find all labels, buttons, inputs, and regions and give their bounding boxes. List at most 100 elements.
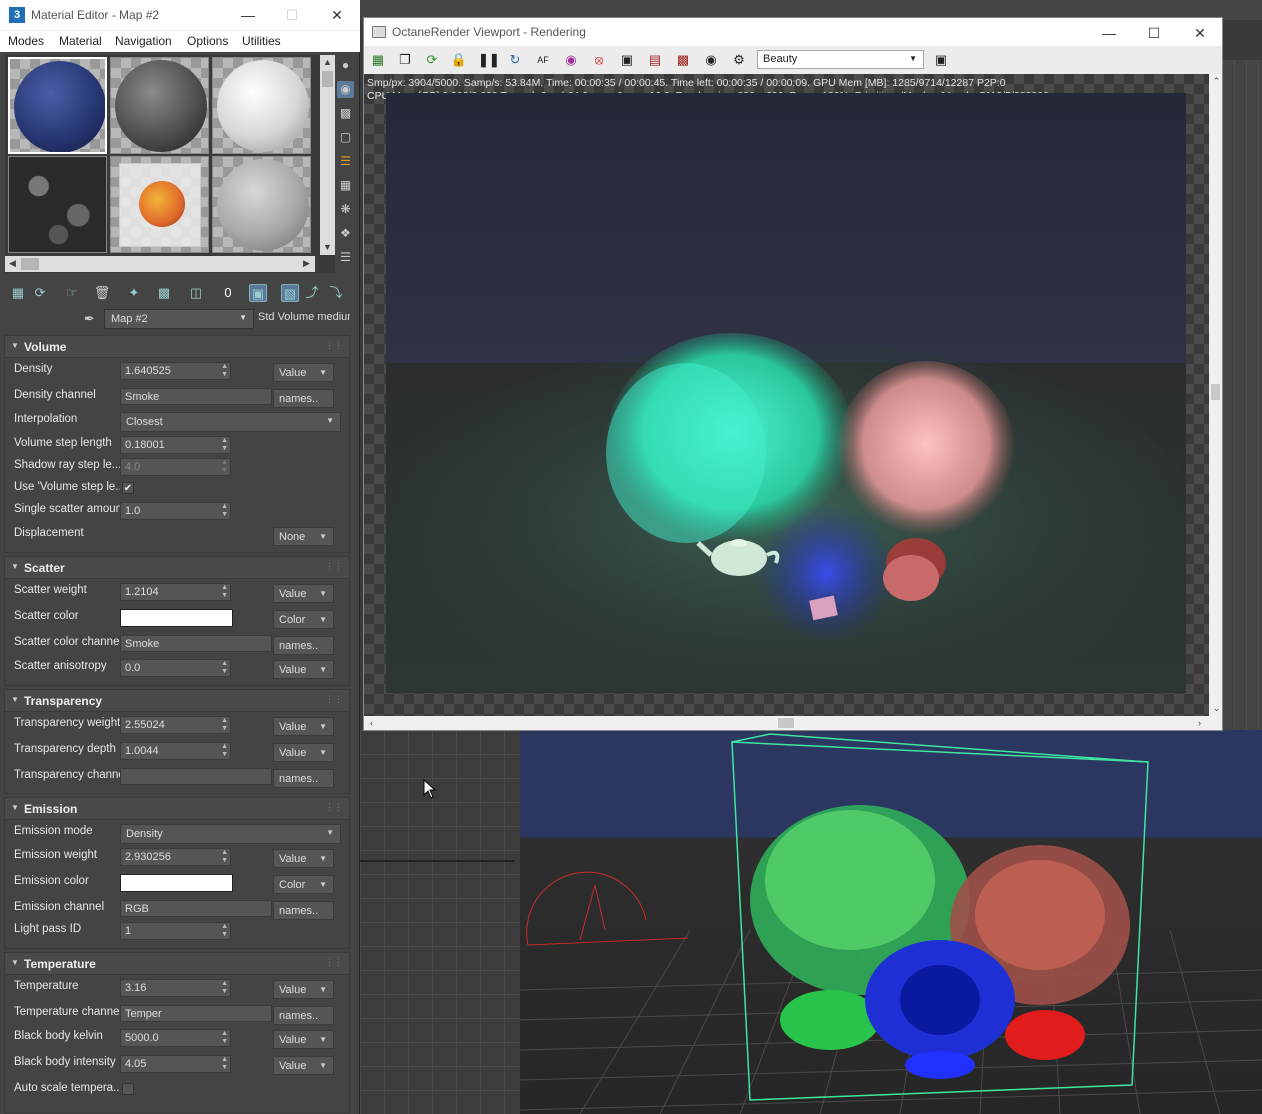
material-editor-titlebar[interactable]: 3 Material Editor - Map #2 — ☐ ✕ bbox=[0, 0, 360, 30]
spinner-arrows-icon[interactable]: ▲ ▼ bbox=[221, 980, 228, 996]
temperature-channel-names-button[interactable]: names.. bbox=[273, 1006, 334, 1025]
gear-icon[interactable]: ⚙ bbox=[730, 51, 748, 69]
spinner-arrows-icon[interactable]: ▲ ▼ bbox=[221, 923, 228, 939]
scroll-thumb[interactable] bbox=[322, 71, 333, 87]
temperature-spinner[interactable]: 3.16 ▲ ▼ bbox=[120, 979, 231, 997]
render-canvas[interactable]: Smp/px: 3904/5000. Samp/s: 53.84M. Time:… bbox=[364, 74, 1209, 716]
display-icon[interactable]: ▣ bbox=[618, 51, 636, 69]
scatter-color-swatch[interactable] bbox=[120, 609, 233, 627]
get-material-icon[interactable]: ▦ bbox=[9, 284, 27, 302]
sample-slot[interactable] bbox=[110, 57, 209, 154]
maximize-icon[interactable]: ☐ bbox=[1139, 22, 1169, 44]
scroll-right-icon[interactable]: ▶ bbox=[299, 256, 314, 271]
menu-options[interactable]: Options bbox=[187, 34, 228, 48]
scatter-anisotropy-mode-dropdown[interactable]: Value ▼ bbox=[273, 660, 334, 679]
scroll-thumb[interactable] bbox=[21, 258, 39, 270]
intensity-spinner[interactable]: 4.05 ▲ ▼ bbox=[120, 1055, 231, 1073]
transparency-weight-mode-dropdown[interactable]: Value ▼ bbox=[273, 717, 334, 736]
scroll-left-icon[interactable]: ◀ bbox=[5, 256, 20, 271]
intensity-mode-dropdown[interactable]: Value ▼ bbox=[273, 1056, 334, 1075]
spinner-arrows-icon[interactable]: ▲ ▼ bbox=[221, 743, 228, 759]
density-mode-dropdown[interactable]: Value ▼ bbox=[273, 363, 334, 382]
spinner-arrows-icon[interactable]: ▲ ▼ bbox=[221, 1030, 228, 1046]
spinner-arrows-icon[interactable]: ▲ ▼ bbox=[221, 503, 228, 519]
sample-slot[interactable] bbox=[212, 57, 311, 154]
spinner-arrows-icon[interactable]: ▲ ▼ bbox=[221, 1056, 228, 1072]
spinner-arrows-icon[interactable]: ▲ ▼ bbox=[221, 717, 228, 733]
material-map-navigator-icon[interactable]: ☰ bbox=[337, 249, 354, 266]
material-id-channel-icon[interactable]: ◫ bbox=[187, 284, 205, 302]
scroll-thumb[interactable] bbox=[778, 718, 794, 728]
video-color-check-icon[interactable]: ☰ bbox=[337, 153, 354, 170]
minimize-icon[interactable]: — bbox=[1094, 22, 1124, 44]
transparency-weight-spinner[interactable]: 2.55024 ▲ ▼ bbox=[120, 716, 231, 734]
render-horizontal-scrollbar[interactable]: ‹ › bbox=[364, 716, 1209, 730]
spinner-arrows-icon[interactable]: ▲ ▼ bbox=[221, 363, 228, 379]
slots-horizontal-scrollbar[interactable]: ◀ ▶ bbox=[5, 256, 315, 272]
sample-slot[interactable] bbox=[8, 57, 107, 154]
emission-color-swatch[interactable] bbox=[120, 874, 233, 892]
spinner-arrows-icon[interactable]: ▲ ▼ bbox=[221, 437, 228, 453]
scatter-weight-spinner[interactable]: 1.2104 ▲ ▼ bbox=[120, 583, 231, 601]
rollout-header[interactable]: ▼ Temperature ⋮⋮ bbox=[5, 953, 349, 975]
sample-type-sphere-icon[interactable]: ● bbox=[337, 57, 354, 74]
background-icon[interactable]: ▩ bbox=[337, 105, 354, 122]
assign-to-selection-icon[interactable]: ☞ bbox=[63, 284, 81, 302]
transparency-channel-field[interactable] bbox=[120, 768, 272, 785]
show-shaded-material-icon[interactable]: ▣ bbox=[249, 284, 267, 302]
make-preview-icon[interactable]: ▦ bbox=[337, 177, 354, 194]
rollout-header[interactable]: ▼ Volume ⋮⋮ bbox=[5, 336, 349, 358]
sample-uv-tiling-icon[interactable]: ▢ bbox=[337, 129, 354, 146]
temperature-mode-dropdown[interactable]: Value ▼ bbox=[273, 980, 334, 999]
put-to-scene-icon[interactable]: ⟳ bbox=[31, 284, 49, 302]
density-channel-names-button[interactable]: names.. bbox=[273, 389, 334, 408]
kelvin-mode-dropdown[interactable]: Value ▼ bbox=[273, 1030, 334, 1049]
scroll-up-icon[interactable]: ⌃ bbox=[1209, 74, 1224, 89]
autofocus-icon[interactable]: AF bbox=[534, 51, 552, 69]
scroll-down-icon[interactable]: ⌄ bbox=[1209, 701, 1224, 716]
transparency-depth-mode-dropdown[interactable]: Value ▼ bbox=[273, 743, 334, 762]
make-unique-icon[interactable]: ✦ bbox=[125, 284, 143, 302]
density-spinner[interactable]: 1.640525 ▲ ▼ bbox=[120, 362, 231, 380]
light-pass-spinner[interactable]: 1 ▲ ▼ bbox=[120, 922, 231, 940]
render-pass-dropdown[interactable]: Beauty ▼ bbox=[757, 50, 924, 69]
displacement-dropdown[interactable]: None ▼ bbox=[273, 527, 334, 546]
map-name-dropdown[interactable]: Map #2 ▼ bbox=[104, 309, 254, 329]
single-scatter-spinner[interactable]: 1.0 ▲ ▼ bbox=[120, 502, 231, 520]
show-end-result-icon[interactable]: ▧ bbox=[281, 284, 299, 302]
scroll-up-icon[interactable]: ▲ bbox=[320, 55, 335, 70]
menu-navigation[interactable]: Navigation bbox=[115, 34, 172, 48]
sample-slot[interactable] bbox=[212, 156, 311, 253]
save-image-icon[interactable]: ▦ bbox=[369, 51, 387, 69]
color-picker-icon[interactable]: ◉ bbox=[562, 51, 580, 69]
restart-icon[interactable]: ↻ bbox=[506, 51, 524, 69]
close-icon[interactable]: ✕ bbox=[1185, 22, 1215, 44]
scatter-weight-mode-dropdown[interactable]: Value ▼ bbox=[273, 584, 334, 603]
map-type-button[interactable]: Std Volume medium bbox=[258, 311, 350, 323]
scatter-anisotropy-spinner[interactable]: 0.0 ▲ ▼ bbox=[120, 659, 231, 677]
spinner-arrows-icon[interactable]: ▲ ▼ bbox=[221, 660, 228, 676]
film-region-icon[interactable]: ▤ bbox=[646, 51, 664, 69]
emission-channel-names-button[interactable]: names.. bbox=[273, 901, 334, 920]
octane-titlebar[interactable]: OctaneRender Viewport - Rendering — ☐ ✕ bbox=[364, 18, 1222, 46]
copy-image-icon[interactable]: ❐ bbox=[396, 51, 414, 69]
menu-utilities[interactable]: Utilities bbox=[242, 34, 281, 48]
density-channel-field[interactable]: Smoke bbox=[120, 388, 272, 405]
camera-icon[interactable]: ◉ bbox=[702, 51, 720, 69]
slots-vertical-scrollbar[interactable]: ▲ ▼ bbox=[320, 55, 335, 255]
auto-scale-checkbox[interactable] bbox=[122, 1083, 134, 1095]
kelvin-spinner[interactable]: 5000.0 ▲ ▼ bbox=[120, 1029, 231, 1047]
clay-mode-icon[interactable]: ▩ bbox=[674, 51, 692, 69]
scatter-channel-names-button[interactable]: names.. bbox=[273, 636, 334, 655]
render-vertical-scrollbar[interactable]: ⌃ ⌄ bbox=[1209, 74, 1222, 716]
sample-slot[interactable] bbox=[8, 156, 107, 253]
scroll-left-icon[interactable]: ‹ bbox=[364, 716, 379, 731]
transparency-channel-names-button[interactable]: names.. bbox=[273, 769, 334, 788]
put-to-library-icon[interactable]: ▩ bbox=[155, 284, 173, 302]
backlight-icon[interactable]: ◉ bbox=[337, 81, 354, 98]
scroll-down-icon[interactable]: ▼ bbox=[320, 240, 335, 255]
fit-window-icon[interactable]: ▣ bbox=[932, 51, 950, 69]
rollout-header[interactable]: ▼ Transparency ⋮⋮ bbox=[5, 690, 349, 712]
menu-modes[interactable]: Modes bbox=[8, 34, 44, 48]
rollout-header[interactable]: ▼ Emission ⋮⋮ bbox=[5, 798, 349, 820]
